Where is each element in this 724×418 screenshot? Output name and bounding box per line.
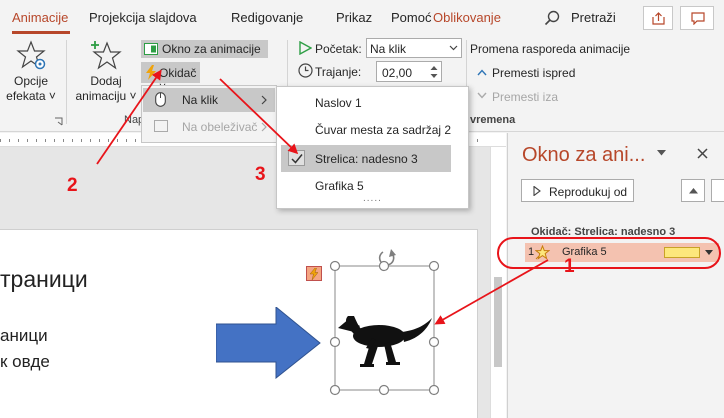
annotation-arrows bbox=[96, 69, 549, 325]
annotation-label-3: 3 bbox=[255, 164, 266, 185]
annotation-label-2: 2 bbox=[67, 175, 78, 196]
annotation-label-1: 1 bbox=[564, 256, 575, 277]
